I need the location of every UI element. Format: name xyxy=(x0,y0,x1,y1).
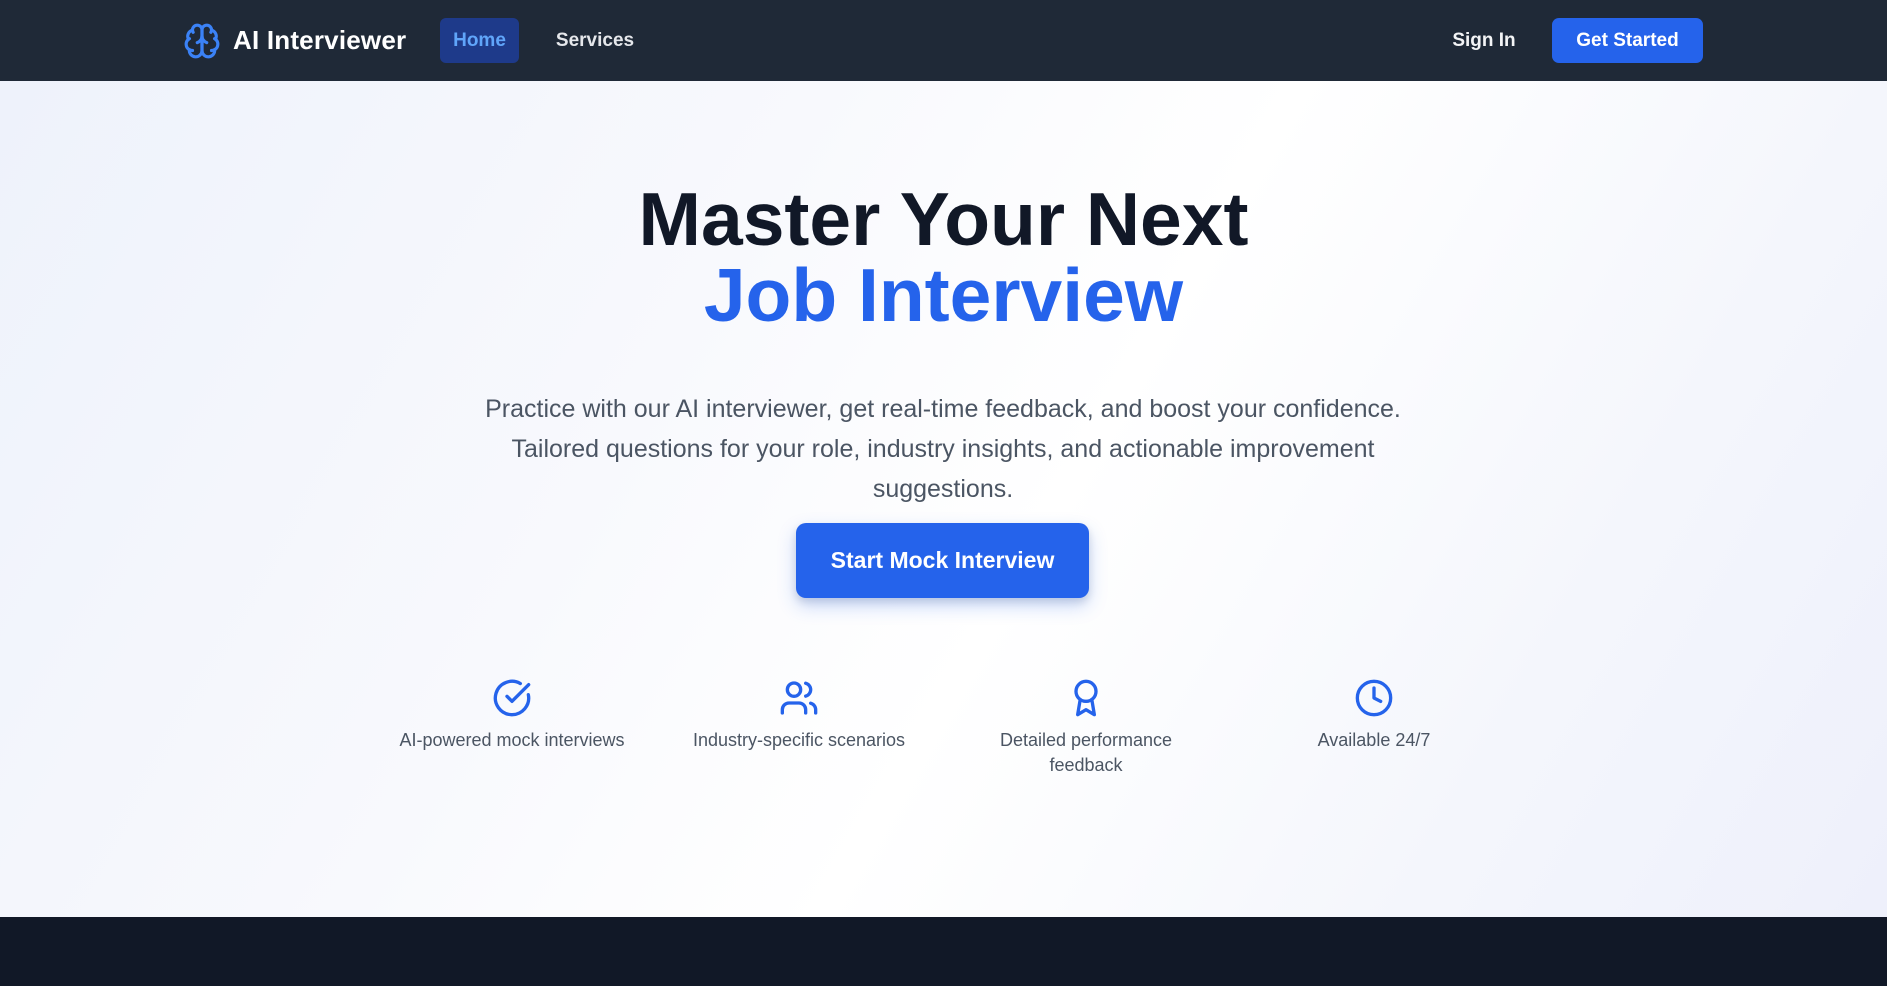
check-circle-icon xyxy=(397,677,627,719)
feature-label: Detailed performance feedback xyxy=(999,730,1173,775)
top-navbar: AI Interviewer Home Services Sign In Get… xyxy=(0,0,1887,81)
hero-subtitle: Practice with our AI interviewer, get re… xyxy=(485,395,1401,503)
users-icon xyxy=(684,677,914,719)
feature-item-available-247: Available 24/7 xyxy=(1259,677,1489,753)
award-icon xyxy=(971,677,1201,719)
brain-icon xyxy=(183,22,221,60)
start-mock-interview-button[interactable]: Start Mock Interview xyxy=(796,523,1089,598)
nav-home-link[interactable]: Home xyxy=(440,18,519,63)
feature-item-ai-powered: AI-powered mock interviews xyxy=(397,677,627,753)
feature-label: AI-powered mock interviews xyxy=(399,730,625,750)
sign-in-link[interactable]: Sign In xyxy=(1444,18,1524,63)
feature-label: Industry-specific scenarios xyxy=(692,730,906,750)
brand-logo[interactable]: AI Interviewer xyxy=(183,20,406,61)
hero-section: Master Your Next Job Interview Practice … xyxy=(0,81,1887,917)
feature-label: Available 24/7 xyxy=(1317,730,1431,750)
clock-icon xyxy=(1259,677,1489,719)
feature-item-performance-feedback: Detailed performance feedback xyxy=(971,677,1201,778)
footer xyxy=(0,917,1887,986)
hero-headline-line1: Master Your Next xyxy=(638,177,1249,261)
hero-headline-line2: Job Interview xyxy=(703,253,1184,337)
brand-name: AI Interviewer xyxy=(233,25,407,55)
get-started-button[interactable]: Get Started xyxy=(1552,18,1703,63)
feature-item-industry-scenarios: Industry-specific scenarios xyxy=(684,677,914,753)
nav-services-link[interactable]: Services xyxy=(547,18,643,63)
